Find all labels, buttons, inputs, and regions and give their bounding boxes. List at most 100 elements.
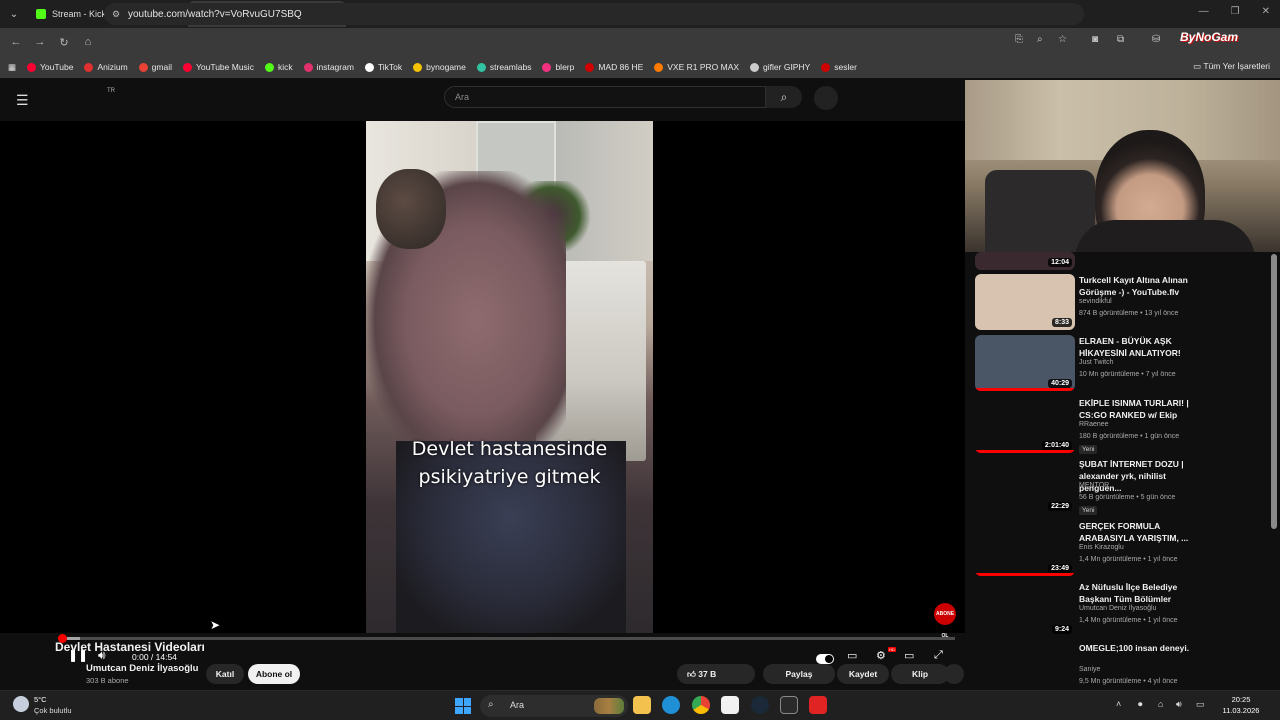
channel-avatar[interactable] — [55, 661, 79, 685]
list-item[interactable]: 40:29 ELRAEN - BÜYÜK AŞK HİKAYESİNİ ANLAT… — [975, 335, 1275, 393]
minimize-icon[interactable]: — — [1199, 6, 1209, 17]
list-item[interactable]: 23:49 GERÇEK FORMULA ARABASIYLA YARIŞTIM,… — [975, 519, 1275, 578]
bookmark-item[interactable]: gmail — [138, 62, 172, 72]
video-title[interactable]: ELRAEN - BÜYÜK AŞK HİKAYESİNİ ANLATIYOR! — [1079, 335, 1204, 359]
steam-icon[interactable] — [751, 696, 769, 714]
more-actions-button[interactable] — [944, 664, 964, 684]
video-thumbnail[interactable]: 9:24 — [975, 581, 1075, 637]
install-app-icon[interactable]: ⎘ — [1015, 34, 1023, 45]
video-title[interactable]: Turkcell Kayıt Altına Alınan Görüşme -) … — [1079, 274, 1204, 298]
chrome-icon[interactable] — [692, 696, 710, 714]
search-icon[interactable]: ⌕ — [766, 86, 802, 108]
tray-chevron-icon[interactable]: ˄ — [1116, 699, 1121, 709]
search-input[interactable]: Ara — [444, 86, 766, 108]
store-icon[interactable] — [721, 696, 739, 714]
fullscreen-icon[interactable]: ⤢ — [934, 649, 943, 662]
file-explorer-icon[interactable] — [633, 696, 651, 714]
reload-icon[interactable]: ↻ — [52, 36, 76, 49]
channel-name[interactable]: Umutcan Deniz İlyasoğlu — [86, 663, 198, 674]
video-channel[interactable]: Umutcan Deniz İlyasoğlu — [1079, 605, 1156, 612]
edge-icon[interactable] — [662, 696, 680, 714]
video-frame[interactable]: Devlet hastanesinde psikiyatriye gitmek — [366, 121, 653, 633]
video-title[interactable]: Az Nüfuslu İlçe Belediye Başkanı Tüm Böl… — [1079, 581, 1204, 605]
puzzle-icon[interactable]: ⧉ — [1117, 34, 1124, 45]
close-window-icon[interactable]: ✕ — [1262, 6, 1270, 17]
video-thumbnail[interactable] — [975, 642, 1075, 690]
theater-mode-icon[interactable]: ▭ — [904, 649, 914, 662]
speaker-icon[interactable]: 🔊︎ — [1176, 699, 1182, 710]
video-thumbnail[interactable]: 12:04 — [975, 252, 1075, 270]
list-item[interactable]: 12:04 — [975, 252, 1275, 270]
forward-icon[interactable]: → — [28, 36, 52, 48]
tray-icon[interactable]: ⛁ — [1152, 34, 1160, 45]
video-channel[interactable]: RRaenee — [1079, 421, 1109, 428]
clip-button[interactable]: Klip — [891, 664, 949, 684]
video-channel[interactable]: Saniye — [1079, 666, 1100, 673]
bookmark-star-icon[interactable]: ☆ — [1058, 34, 1067, 45]
video-channel[interactable]: MENTOR — [1079, 482, 1109, 489]
restore-icon[interactable]: ❐ — [1231, 6, 1240, 17]
video-title[interactable]: OMEGLE;100 insan deneyi. — [1079, 642, 1204, 654]
subscribe-button[interactable]: Abone ol — [248, 664, 300, 684]
zoom-icon[interactable]: ⌕ — [1037, 34, 1043, 45]
apps-icon[interactable]: ▦ — [8, 62, 16, 73]
site-info-icon[interactable]: ⚙ — [112, 9, 120, 20]
join-button[interactable]: Katıl — [206, 664, 244, 684]
list-item[interactable]: OMEGLE;100 insan deneyi. Saniye 9,5 Mn gör… — [975, 642, 1275, 690]
video-player[interactable]: Devlet hastanesinde psikiyatriye gitmek — [0, 121, 965, 633]
taskbar-search[interactable]: ⌕ Ara — [480, 695, 628, 717]
video-channel[interactable]: sevindikful — [1079, 298, 1112, 305]
list-item[interactable]: 9:24 Az Nüfuslu İlçe Belediye Başkanı Tüm… — [975, 581, 1275, 639]
video-thumbnail[interactable]: 22:29 — [975, 458, 1075, 515]
bookmark-item[interactable]: blerp — [542, 62, 574, 72]
battery-icon[interactable]: ▭ — [1196, 699, 1205, 710]
video-title[interactable]: GERÇEK FORMULA ARABASIYLA YARIŞTIM, ... — [1079, 520, 1204, 544]
bookmark-item[interactable]: TikTok — [364, 62, 402, 72]
start-icon[interactable] — [455, 698, 471, 714]
bookmark-item[interactable]: sesler — [821, 62, 857, 72]
list-item[interactable]: 2:01:40 EKİPLE ISINMA TURLARI! | CS:GO RA… — [975, 396, 1275, 455]
scrollbar[interactable] — [1271, 254, 1277, 529]
like-button[interactable]: 👍︎ 37 B — [677, 664, 755, 684]
video-channel[interactable]: Just Twitch — [1079, 359, 1114, 366]
video-thumbnail[interactable]: 23:49 — [975, 519, 1075, 576]
weather-icon[interactable] — [13, 696, 29, 712]
video-title[interactable]: EKİPLE ISINMA TURLARI! | CS:GO RANKED w/… — [1079, 397, 1204, 421]
bookmark-item[interactable]: gifler GIPHY — [750, 62, 810, 72]
save-button[interactable]: Kaydet — [837, 664, 889, 684]
all-bookmarks[interactable]: ▭ Tüm Yer İşaretleri — [1193, 61, 1270, 72]
bookmark-item[interactable]: bynogame — [413, 62, 466, 72]
bookmark-item[interactable]: MAD 86 HE — [585, 62, 643, 72]
clock[interactable]: 20:25 11.03.2026 — [1216, 694, 1266, 716]
subtitles-icon[interactable]: ▭ — [847, 649, 857, 662]
video-thumbnail[interactable]: 40:29 — [975, 335, 1075, 392]
list-item[interactable]: 8:33 Turkcell Kayıt Altına Alınan Görüşme… — [975, 274, 1275, 332]
menu-icon[interactable]: ☰ — [16, 92, 29, 109]
network-icon[interactable]: ⌂ — [1158, 699, 1163, 709]
bookmark-item[interactable]: VXE R1 PRO MAX — [654, 62, 739, 72]
bookmark-item[interactable]: kick — [264, 62, 293, 72]
share-button[interactable]: Paylaş — [763, 664, 835, 684]
tab-search-icon[interactable]: ⌄ — [0, 0, 28, 28]
bookmark-item[interactable]: YouTube — [27, 62, 73, 72]
settings-gear-icon[interactable]: ⚙ — [876, 649, 886, 662]
bookmark-item[interactable]: Anizium — [84, 62, 128, 72]
bookmark-item[interactable]: instagram — [303, 62, 354, 72]
url-field[interactable]: ⚙ youtube.com/watch?v=VoRvuGU7SBQ — [104, 3, 1084, 25]
mic-tray-icon[interactable]: ⏺ — [1138, 699, 1143, 710]
epic-games-icon[interactable] — [780, 696, 798, 714]
back-icon[interactable]: ← — [4, 36, 28, 48]
bookmark-item[interactable]: streamlabs — [476, 62, 531, 72]
extension-icon[interactable]: ◙ — [1092, 34, 1098, 45]
bookmark-item[interactable]: YouTube Music — [182, 62, 254, 72]
subscribe-watermark[interactable]: ABONE OL — [934, 603, 956, 639]
mic-icon[interactable] — [814, 86, 838, 110]
list-item[interactable]: 22:29 ŞUBAT İNTERNET DOZU | alexander yrk… — [975, 458, 1275, 516]
new-badge: Yeni — [1079, 506, 1098, 516]
app-icon[interactable] — [809, 696, 827, 714]
home-icon[interactable]: ⌂ — [76, 36, 100, 48]
video-thumbnail[interactable]: 2:01:40 — [975, 396, 1075, 453]
video-channel[interactable]: Enis Kirazoglu — [1079, 544, 1124, 551]
autoplay-toggle[interactable] — [816, 654, 834, 664]
video-thumbnail[interactable]: 8:33 — [975, 274, 1075, 330]
